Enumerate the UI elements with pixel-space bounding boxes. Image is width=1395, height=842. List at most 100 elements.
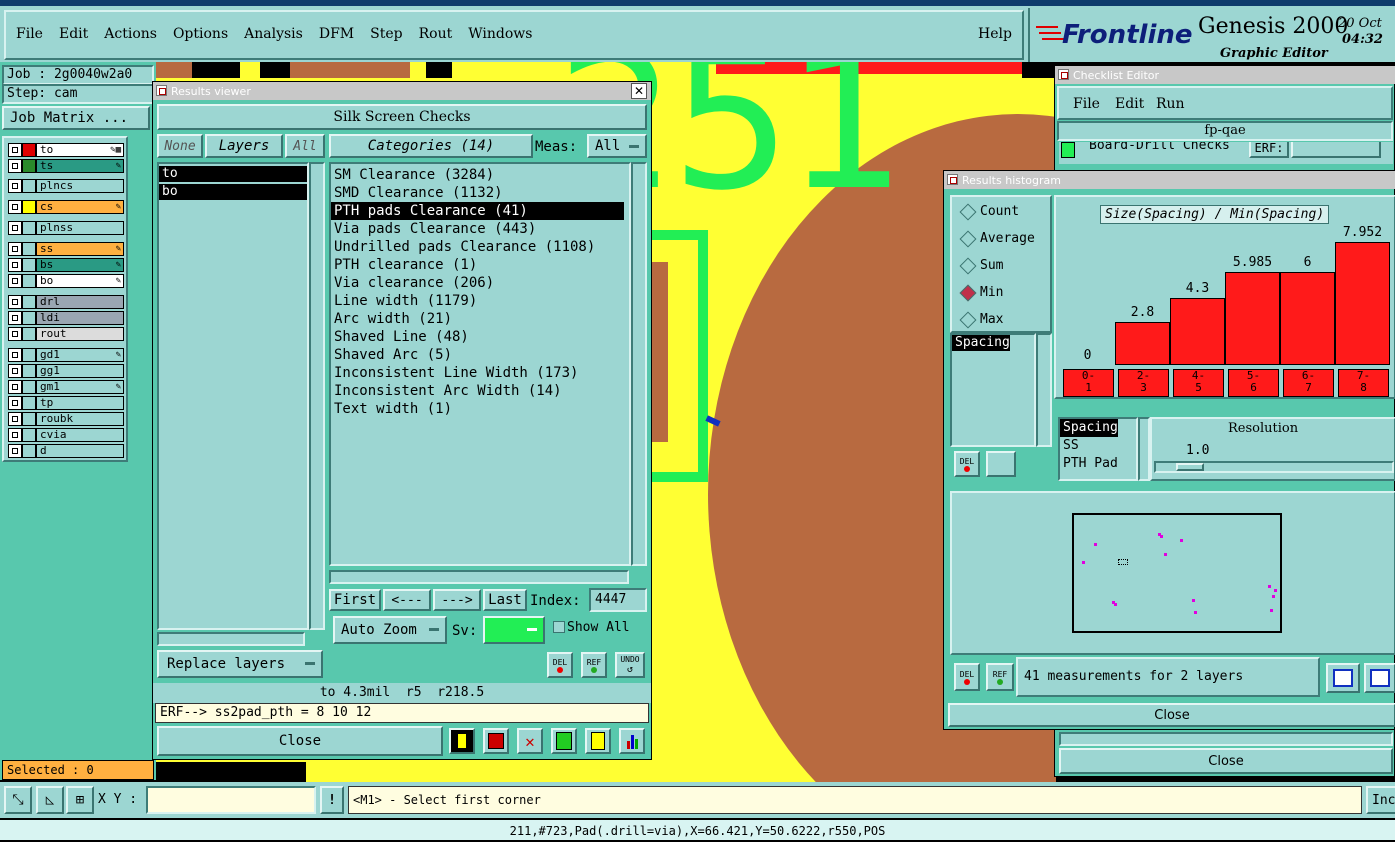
layer-row-bs[interactable]: bs ✎ [8, 258, 124, 272]
layer-row-plncs[interactable]: plncs [8, 179, 124, 193]
layer-color-swatch[interactable] [22, 274, 36, 288]
category-item[interactable]: PTH clearance (1) [331, 256, 624, 274]
erf-select[interactable] [1291, 142, 1381, 158]
layer-color-swatch[interactable] [22, 444, 36, 458]
meas-select[interactable]: All [587, 134, 647, 158]
measure-tool-icon[interactable]: ◺ [36, 786, 64, 814]
layer-color-swatch[interactable] [22, 258, 36, 272]
histogram-bar[interactable] [1170, 298, 1225, 365]
histogram-bin-label[interactable]: 4- 5 [1173, 369, 1224, 397]
menu-file[interactable]: File [16, 26, 43, 42]
layer-row-d[interactable]: d [8, 444, 124, 458]
checklist-menu-run[interactable]: Run [1156, 96, 1185, 112]
type-item[interactable]: SS [1060, 437, 1136, 455]
first-button[interactable]: First [329, 589, 381, 611]
histogram-bar[interactable] [1335, 242, 1390, 365]
type-list[interactable]: Spacing SS PTH Pad [1058, 417, 1138, 481]
layer-color-swatch[interactable] [22, 143, 36, 157]
layer-color-swatch[interactable] [22, 179, 36, 193]
layer-checkbox[interactable] [8, 311, 22, 325]
menu-help[interactable]: Help [978, 26, 1012, 42]
checklist-close-button[interactable]: Close [1059, 748, 1393, 774]
grid-tool-icon[interactable]: ⊞ [66, 786, 94, 814]
mode-radio-max[interactable]: Max [952, 306, 1050, 333]
histogram-bin-label[interactable]: 0- 1 [1063, 369, 1114, 397]
mode-radio-sum[interactable]: Sum [952, 252, 1050, 279]
layer-row-to[interactable]: to ✎▦ [8, 143, 124, 157]
layer-row-drl[interactable]: drl [8, 295, 124, 309]
menu-edit[interactable]: Edit [59, 26, 88, 42]
layer-checkbox[interactable] [8, 159, 22, 173]
histogram-tool-icon[interactable] [619, 728, 645, 754]
layer-checkbox[interactable] [8, 274, 22, 288]
export-tool-icon[interactable] [483, 728, 509, 754]
layer-checkbox[interactable] [8, 143, 22, 157]
result-layer-item[interactable]: bo [159, 184, 307, 200]
layer-row-gd1[interactable]: gd1 ✎ [8, 348, 124, 362]
mode-radio-count[interactable]: Count [952, 198, 1050, 225]
report-tool-icon[interactable] [585, 728, 611, 754]
show-all-checkbox[interactable] [553, 621, 565, 633]
category-item[interactable]: SM Clearance (3284) [331, 166, 624, 184]
prev-button[interactable]: <--- [383, 589, 431, 611]
category-list[interactable]: SM Clearance (3284) SMD Clearance (1132) P… [329, 162, 631, 566]
none-button[interactable]: None [157, 134, 203, 158]
category-item[interactable]: Via clearance (206) [331, 274, 624, 292]
mode-radio-min[interactable]: Min [952, 279, 1050, 306]
category-item[interactable]: Text width (1) [331, 400, 624, 418]
layer-checkbox[interactable] [8, 396, 22, 410]
layer-color-swatch[interactable] [22, 364, 36, 378]
job-matrix-button[interactable]: Job Matrix ... [2, 106, 150, 130]
layer-row-ts[interactable]: ts ✎ [8, 159, 124, 173]
checklist-menu-file[interactable]: File [1073, 96, 1100, 112]
layer-checkbox[interactable] [8, 221, 22, 235]
inc-button[interactable]: Inc [1366, 786, 1395, 814]
layer-checkbox[interactable] [8, 258, 22, 272]
menu-windows[interactable]: Windows [468, 26, 532, 42]
layer-checkbox[interactable] [8, 242, 22, 256]
layer-checkbox[interactable] [8, 380, 22, 394]
index-input[interactable]: 4447 [589, 588, 647, 612]
layer-list-hscroll[interactable] [157, 632, 305, 646]
layer-checkbox[interactable] [8, 179, 22, 193]
sv-color-select[interactable] [483, 616, 545, 644]
select-tool-icon[interactable]: ⤡ [4, 786, 32, 814]
histogram-bin-label[interactable]: 6- 7 [1283, 369, 1334, 397]
number-tool-icon[interactable] [551, 728, 577, 754]
histogram-close-button[interactable]: Close [948, 703, 1395, 727]
checklist-menu-edit[interactable]: Edit [1115, 96, 1144, 112]
layer-color-swatch[interactable] [22, 327, 36, 341]
category-list-scrollbar[interactable] [631, 162, 647, 566]
layer-row-tp[interactable]: tp [8, 396, 124, 410]
type-item[interactable]: PTH Pad [1060, 455, 1136, 473]
category-item[interactable]: PTH pads Clearance (41) [331, 202, 624, 220]
menu-rout[interactable]: Rout [419, 26, 453, 42]
replace-layers-button[interactable]: Replace layers [157, 650, 323, 678]
undo-button[interactable]: UNDO ↺ [615, 652, 645, 678]
menu-options[interactable]: Options [173, 26, 228, 42]
layer-checkbox[interactable] [8, 200, 22, 214]
silk-screen-checks-header[interactable]: Silk Screen Checks [157, 104, 647, 130]
info-icon[interactable]: ! [320, 786, 344, 814]
layer-color-swatch[interactable] [22, 221, 36, 235]
layer-row-ldi[interactable]: ldi [8, 311, 124, 325]
category-item[interactable]: Via pads Clearance (443) [331, 220, 624, 238]
layer-row-rout[interactable]: rout [8, 327, 124, 341]
measure-list-scrollbar[interactable] [1036, 333, 1052, 447]
menu-analysis[interactable]: Analysis [244, 26, 303, 42]
type-list-scrollbar[interactable] [1138, 417, 1150, 481]
results-layer-list[interactable]: to bo [157, 162, 309, 630]
resolution-slider-thumb[interactable] [1176, 463, 1204, 471]
layer-row-plnss[interactable]: plnss [8, 221, 124, 235]
erf-tool-icon[interactable]: ✕ [517, 728, 543, 754]
layer-checkbox[interactable] [8, 327, 22, 341]
category-item[interactable]: Inconsistent Line Width (173) [331, 364, 624, 382]
category-item[interactable]: Arc width (21) [331, 310, 624, 328]
layer-color-swatch[interactable] [22, 412, 36, 426]
resolution-slider[interactable] [1154, 461, 1394, 473]
zoom-fit-icon[interactable] [1326, 663, 1360, 693]
layer-row-gg1[interactable]: gg1 [8, 364, 124, 378]
layer-checkbox[interactable] [8, 444, 22, 458]
layers-button[interactable]: Layers [205, 134, 283, 158]
category-item[interactable]: Shaved Arc (5) [331, 346, 624, 364]
